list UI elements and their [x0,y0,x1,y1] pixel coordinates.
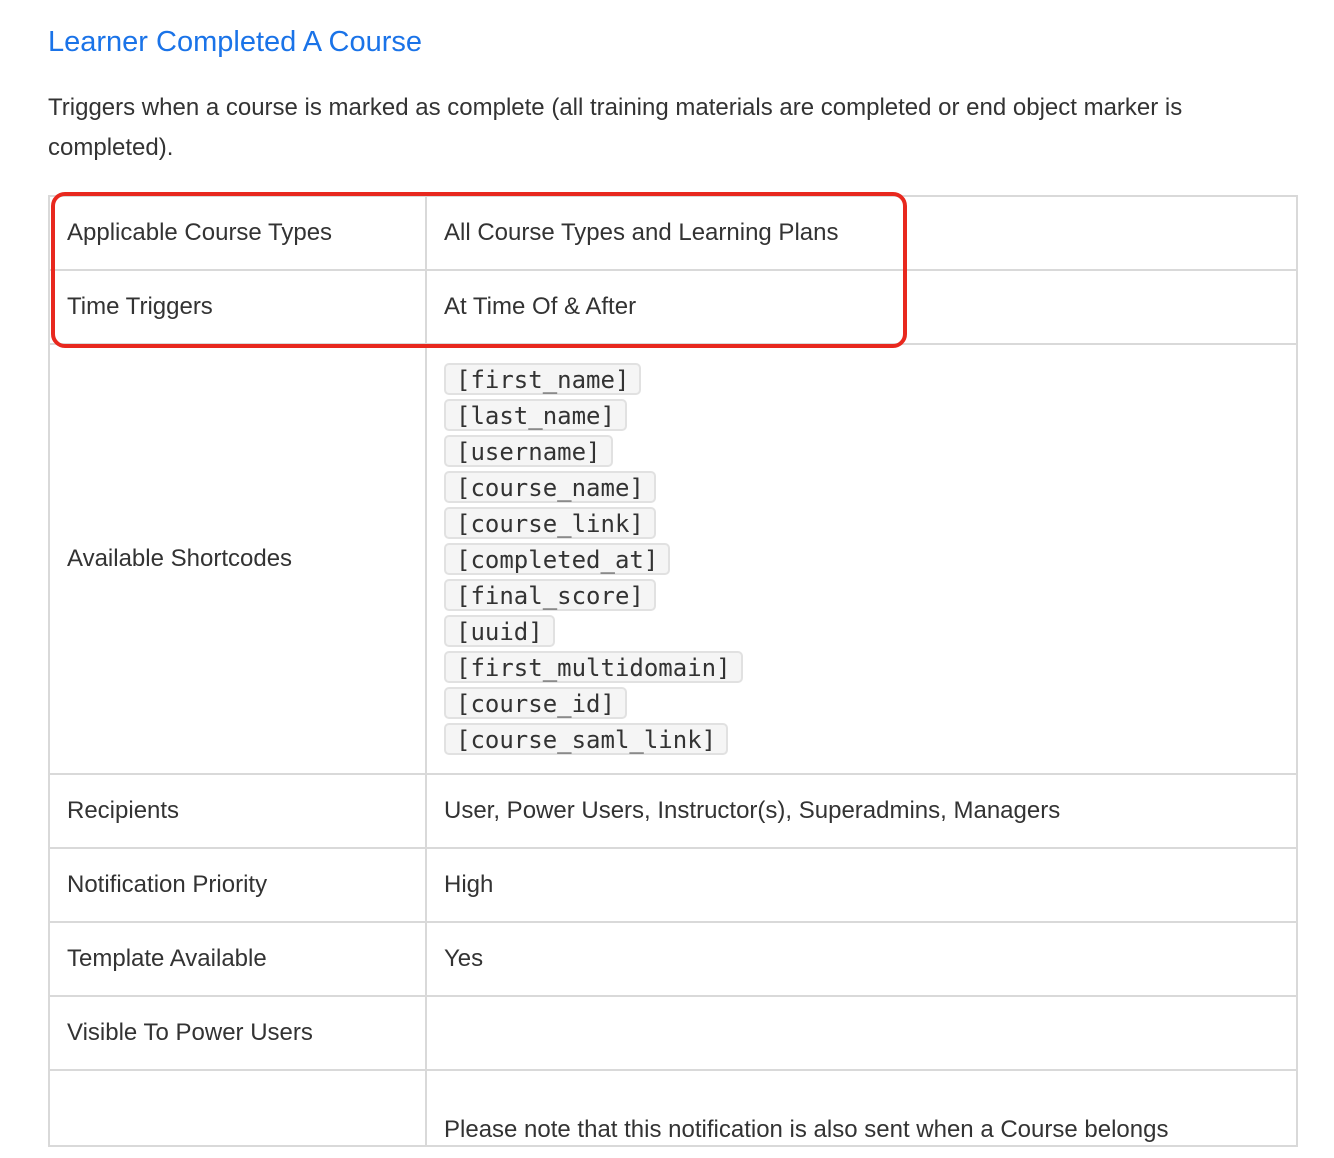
notification-details-table: Applicable Course Types All Course Types… [48,195,1298,1147]
table-row: Notification Priority High [48,847,1298,923]
row-label: Template Available [48,921,427,997]
table-row: Available Shortcodes [first_name] [last_… [48,343,1298,775]
shortcode-list: [first_name] [last_name] [username] [cou… [444,363,1279,755]
section-title-link[interactable]: Learner Completed A Course [48,22,422,62]
table-row: Recipients User, Power Users, Instructor… [48,773,1298,849]
shortcode-chip: [course_saml_link] [444,723,729,755]
row-value: Please note that this notification is al… [425,1069,1298,1147]
row-label [48,1069,427,1147]
row-label: Time Triggers [48,269,427,345]
shortcode-chip: [uuid] [444,615,555,647]
row-value: At Time Of & After [425,269,1298,345]
table-row: Time Triggers At Time Of & After [48,269,1298,345]
row-label: Available Shortcodes [48,343,427,775]
table-row: Please note that this notification is al… [48,1069,1298,1147]
shortcode-chip: [course_link] [444,507,656,539]
section-description: Triggers when a course is marked as comp… [48,94,1183,161]
row-label: Applicable Course Types [48,195,427,271]
shortcode-chip: [last_name] [444,399,627,431]
shortcode-chip: [course_id] [444,687,627,719]
row-value: Yes [425,921,1298,997]
row-value: User, Power Users, Instructor(s), Supera… [425,773,1298,849]
table-row: Applicable Course Types All Course Types… [48,195,1298,271]
row-value [425,995,1298,1071]
row-label: Visible To Power Users [48,995,427,1071]
shortcode-chip: [first_multidomain] [444,651,743,683]
row-label: Recipients [48,773,427,849]
row-value-text: Please note that this notification is al… [444,1116,1169,1143]
shortcode-chip: [completed_at] [444,543,671,575]
row-value: High [425,847,1298,923]
table-row: Template Available Yes [48,921,1298,997]
table-row: Visible To Power Users [48,995,1298,1071]
shortcode-chip: [username] [444,435,613,467]
shortcode-chip: [final_score] [444,579,656,611]
shortcode-chip: [first_name] [444,363,642,395]
shortcodes-cell: [first_name] [last_name] [username] [cou… [425,343,1298,775]
row-value: All Course Types and Learning Plans [425,195,1298,271]
row-label: Notification Priority [48,847,427,923]
shortcode-chip: [course_name] [444,471,656,503]
